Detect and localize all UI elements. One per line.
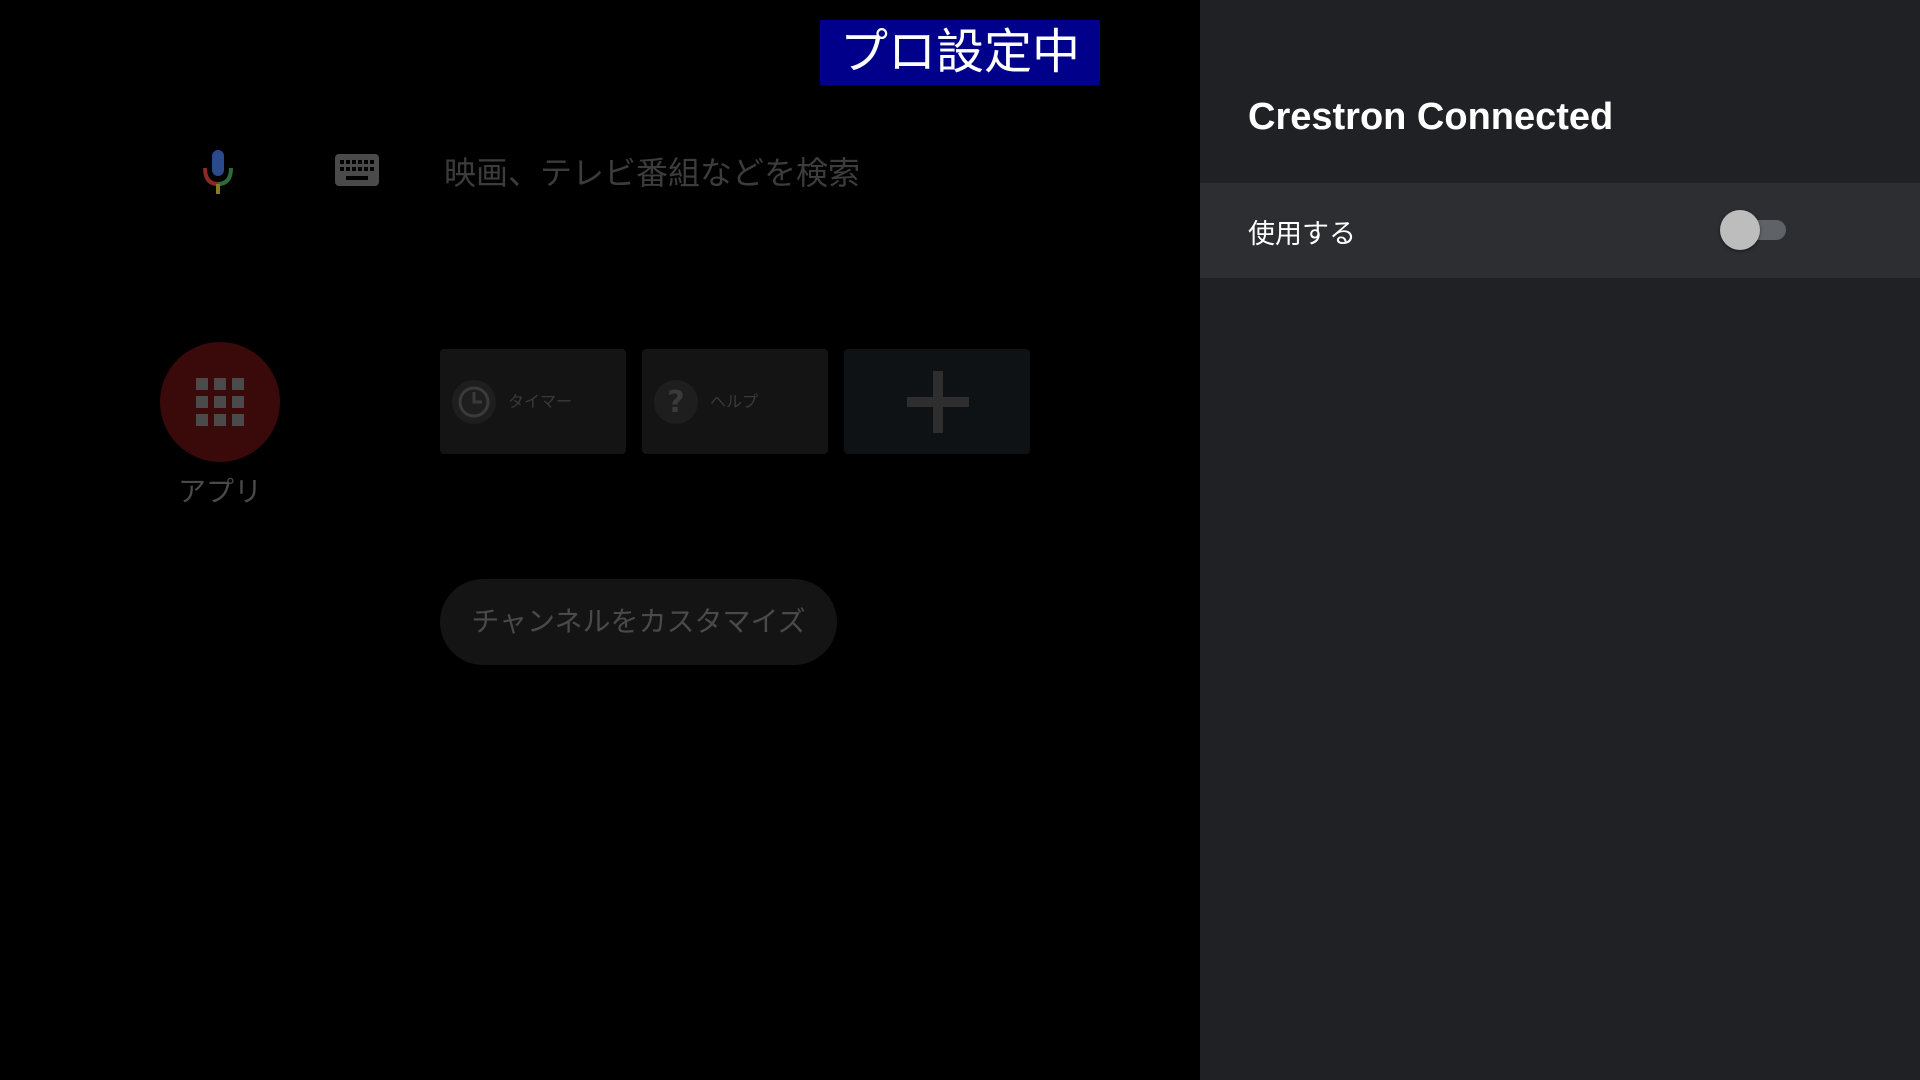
use-toggle-row[interactable]: 使用する: [1200, 183, 1920, 278]
use-toggle[interactable]: [1720, 210, 1786, 250]
keyboard-icon[interactable]: [335, 154, 379, 186]
screen: プロ設定中 映画、テレビ番組などを検索 アプリ タイマー ? ヘルプ チャンネル…: [0, 0, 1920, 1080]
timer-tile[interactable]: タイマー: [440, 349, 626, 454]
pro-mode-badge: プロ設定中: [820, 20, 1100, 85]
customize-channels-button[interactable]: チャンネルをカスタマイズ: [440, 579, 837, 665]
settings-panel: Crestron Connected 使用する: [1200, 0, 1920, 1080]
svg-text:?: ?: [667, 385, 684, 420]
apps-grid-icon: [196, 378, 244, 426]
panel-title: Crestron Connected: [1248, 96, 1614, 138]
help-icon: ?: [654, 380, 698, 424]
timer-icon: [452, 380, 496, 424]
apps-label: アプリ: [177, 475, 262, 508]
home-screen: プロ設定中 映画、テレビ番組などを検索 アプリ タイマー ? ヘルプ チャンネル…: [0, 0, 1200, 1080]
help-label: ヘルプ: [710, 392, 759, 411]
add-tile[interactable]: [844, 349, 1030, 454]
timer-label: タイマー: [508, 392, 573, 411]
use-label: 使用する: [1248, 219, 1356, 250]
toggle-thumb: [1720, 210, 1760, 250]
search-placeholder[interactable]: 映画、テレビ番組などを検索: [444, 148, 860, 194]
mic-icon[interactable]: [198, 148, 238, 196]
apps-button[interactable]: [160, 342, 280, 462]
plus-icon: [907, 371, 969, 433]
help-tile[interactable]: ? ヘルプ: [642, 349, 828, 454]
